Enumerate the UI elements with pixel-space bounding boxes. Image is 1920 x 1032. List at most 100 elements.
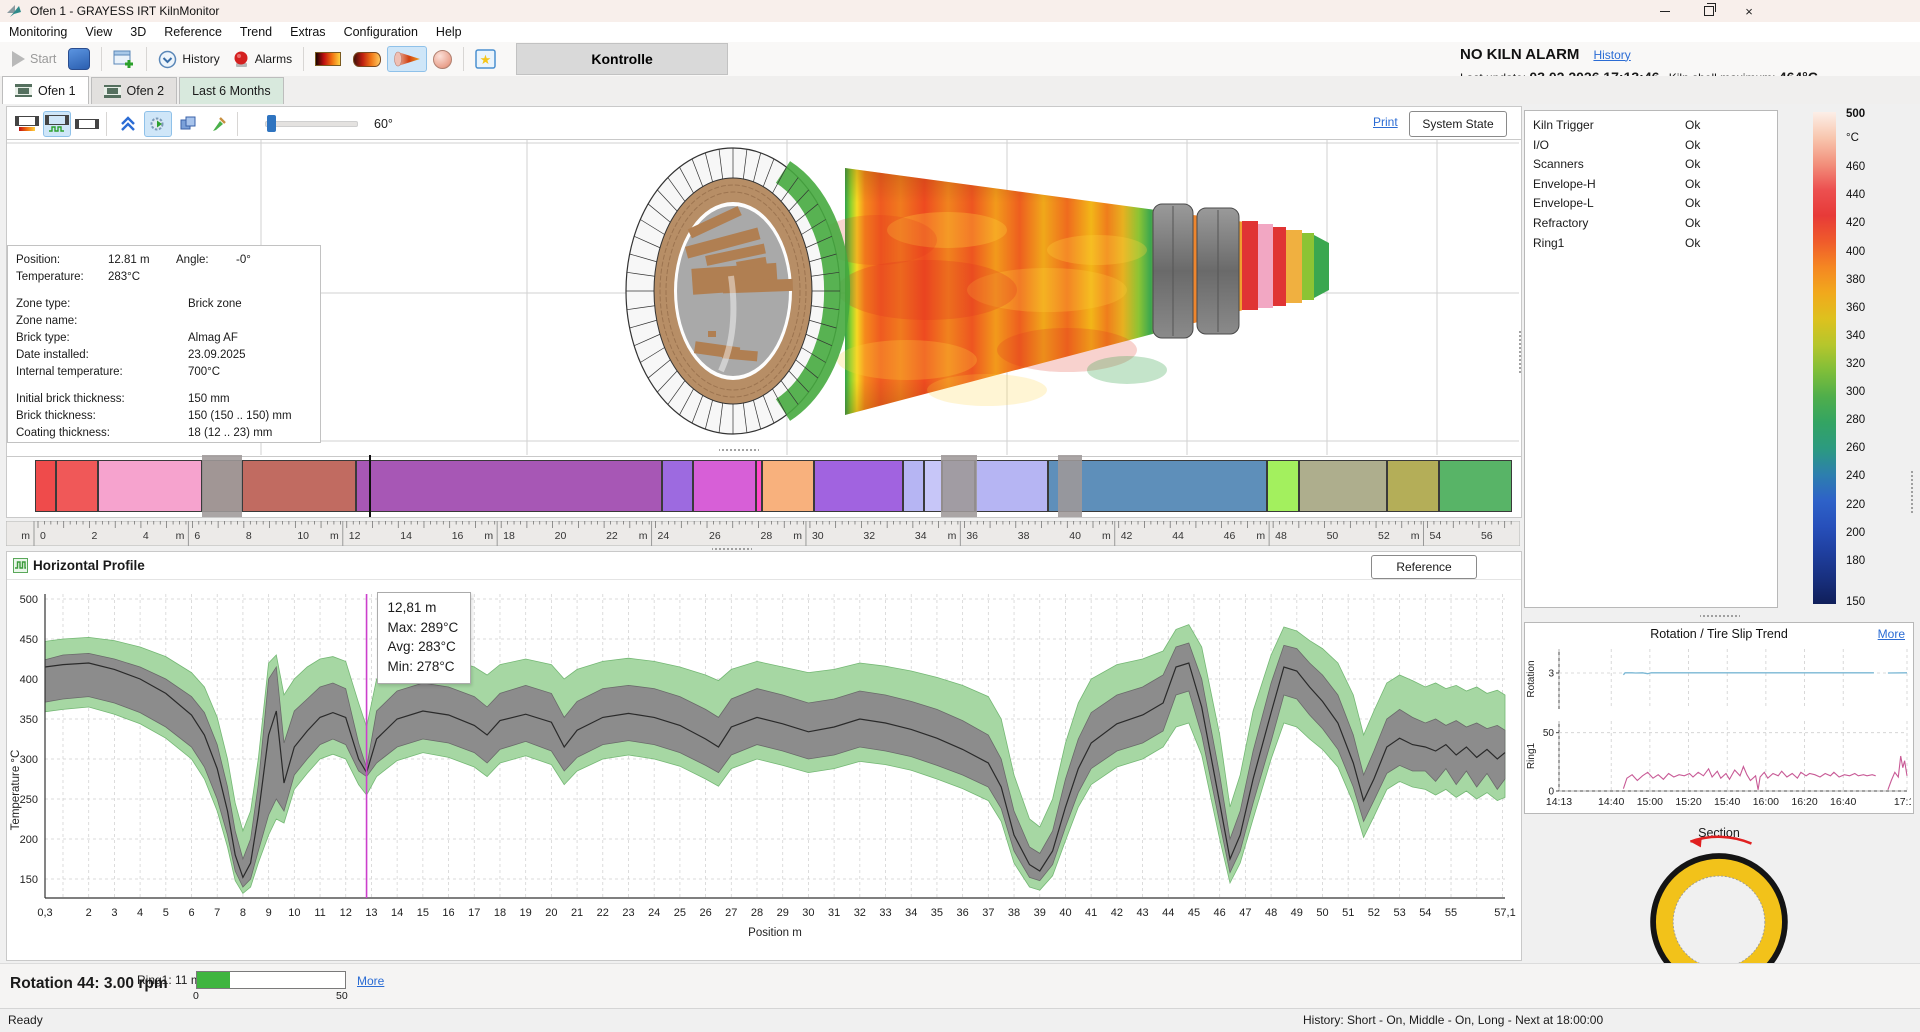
zone-segment[interactable] bbox=[56, 460, 98, 512]
menu-3d[interactable]: 3D bbox=[121, 23, 155, 41]
status-row-i-o[interactable]: I/OOk bbox=[1525, 136, 1777, 156]
menu-view[interactable]: View bbox=[76, 23, 121, 41]
svg-text:26: 26 bbox=[709, 530, 721, 542]
trend-more-link[interactable]: More bbox=[1878, 627, 1905, 641]
scale-tick: 460 bbox=[1846, 161, 1865, 173]
system-state-label: System State bbox=[1422, 117, 1493, 131]
new-window-button[interactable] bbox=[107, 45, 141, 73]
trend-chart[interactable]: 14:1314:4015:0015:2015:4016:0016:2016:40… bbox=[1525, 645, 1911, 811]
splitter-handle[interactable] bbox=[1518, 330, 1522, 374]
svg-text:33: 33 bbox=[879, 907, 891, 919]
menu-extras[interactable]: Extras bbox=[281, 23, 334, 41]
minimize-button[interactable] bbox=[1648, 0, 1682, 22]
status-row-envelope-h[interactable]: Envelope-HOk bbox=[1525, 175, 1777, 195]
tab-ofen-2[interactable]: Ofen 2 bbox=[91, 77, 178, 104]
palette-cone-button[interactable] bbox=[387, 46, 427, 72]
status-row-envelope-l[interactable]: Envelope-LOk bbox=[1525, 194, 1777, 214]
kontrolle-button[interactable]: Kontrolle bbox=[516, 43, 728, 75]
tab-ofen-1[interactable]: Ofen 1 bbox=[2, 76, 89, 104]
history-button[interactable]: History bbox=[152, 46, 225, 73]
status-row-scanners[interactable]: ScannersOk bbox=[1525, 155, 1777, 175]
zone-segment[interactable] bbox=[35, 460, 56, 512]
view-thermal-button[interactable] bbox=[13, 111, 41, 137]
splitter-handle[interactable] bbox=[719, 448, 759, 452]
zone-segment[interactable] bbox=[1267, 460, 1299, 512]
zone-segment[interactable] bbox=[1387, 460, 1439, 512]
start-button[interactable]: Start bbox=[6, 47, 62, 71]
palette-flat-button[interactable] bbox=[309, 48, 347, 70]
zone-segment[interactable] bbox=[693, 460, 756, 512]
menu-help[interactable]: Help bbox=[427, 23, 471, 41]
splitter-handle[interactable] bbox=[1700, 614, 1740, 618]
alarm-status-text: NO KILN ALARM bbox=[1460, 46, 1579, 63]
status-row-refractory[interactable]: RefractoryOk bbox=[1525, 214, 1777, 234]
layers-button[interactable] bbox=[174, 111, 202, 137]
svg-text:9: 9 bbox=[266, 907, 272, 919]
system-state-button[interactable]: System State bbox=[1409, 111, 1507, 137]
menu-trend[interactable]: Trend bbox=[231, 23, 281, 41]
scale-tick: 400 bbox=[1846, 246, 1865, 258]
view-plain-button[interactable] bbox=[73, 111, 101, 137]
svg-text:30: 30 bbox=[812, 530, 824, 542]
zone-segment[interactable] bbox=[814, 460, 903, 512]
svg-text:42: 42 bbox=[1111, 907, 1123, 919]
auto-update-button[interactable] bbox=[144, 111, 172, 137]
print-link[interactable]: Print bbox=[1373, 115, 1398, 129]
zone-strip[interactable] bbox=[6, 456, 1522, 518]
tire-zone[interactable] bbox=[941, 455, 977, 517]
svg-text:6: 6 bbox=[194, 530, 200, 542]
palette-sphere-button[interactable] bbox=[427, 46, 458, 73]
palette-cylinder-icon bbox=[353, 52, 381, 67]
info-row: Coating thickness:18 (12 .. 23) mm bbox=[8, 425, 320, 442]
status-row-ring1[interactable]: Ring1Ok bbox=[1525, 234, 1777, 254]
zone-segment[interactable] bbox=[242, 460, 355, 512]
reference-button[interactable]: Reference bbox=[1371, 555, 1477, 579]
menu-configuration[interactable]: Configuration bbox=[335, 23, 427, 41]
svg-text:16:40: 16:40 bbox=[1830, 796, 1856, 808]
svg-text:35: 35 bbox=[931, 907, 943, 919]
profile-chart[interactable]: 1502002503003504004505000,32345678910111… bbox=[7, 580, 1519, 958]
ring1-progress-bar bbox=[196, 971, 346, 989]
svg-text:40: 40 bbox=[1069, 530, 1081, 542]
splitter-handle[interactable] bbox=[1910, 470, 1914, 514]
separator bbox=[303, 47, 304, 71]
angle-slider[interactable] bbox=[265, 121, 358, 127]
menu-reference[interactable]: Reference bbox=[155, 23, 231, 41]
kiln-nose-rings bbox=[1242, 221, 1329, 310]
bottom-more-link[interactable]: More bbox=[357, 974, 384, 988]
tab-label: Ofen 1 bbox=[38, 84, 76, 98]
zone-segment[interactable] bbox=[1299, 460, 1387, 512]
favorites-button[interactable]: ★ bbox=[469, 45, 502, 73]
collapse-button[interactable] bbox=[114, 111, 142, 137]
svg-text:51: 51 bbox=[1342, 907, 1354, 919]
zone-segment[interactable] bbox=[98, 460, 202, 512]
alarm-history-link[interactable]: History bbox=[1593, 48, 1630, 62]
status-row-kiln-trigger[interactable]: Kiln TriggerOk bbox=[1525, 116, 1777, 136]
restore-button[interactable] bbox=[1692, 0, 1726, 22]
zone-segment[interactable] bbox=[903, 460, 924, 512]
zone-segment[interactable] bbox=[662, 460, 694, 512]
menu-monitoring[interactable]: Monitoring bbox=[0, 23, 76, 41]
svg-text:28: 28 bbox=[760, 530, 772, 542]
view-profile-button[interactable] bbox=[43, 111, 71, 137]
zone-segment[interactable] bbox=[924, 460, 943, 512]
scale-tick: 240 bbox=[1846, 470, 1865, 482]
alarms-button[interactable]: Alarms bbox=[226, 46, 298, 73]
zone-segment[interactable] bbox=[356, 460, 662, 512]
palette-cylinder-button[interactable] bbox=[347, 48, 387, 71]
angle-slider-handle[interactable] bbox=[267, 115, 276, 132]
zone-segment[interactable] bbox=[975, 460, 1048, 512]
minimize-icon bbox=[1660, 11, 1670, 12]
zone-segment[interactable] bbox=[762, 460, 814, 512]
tab-last-6-months[interactable]: Last 6 Months bbox=[179, 77, 284, 104]
tire-zone[interactable] bbox=[1058, 455, 1082, 517]
svg-text:27: 27 bbox=[725, 907, 737, 919]
close-button[interactable]: × bbox=[1732, 0, 1766, 22]
paint-button[interactable] bbox=[204, 111, 232, 137]
svg-text:22: 22 bbox=[606, 530, 618, 542]
tire-zone[interactable] bbox=[202, 455, 242, 517]
stop-button[interactable] bbox=[62, 44, 96, 74]
svg-text:13: 13 bbox=[365, 907, 377, 919]
zone-segment[interactable] bbox=[1439, 460, 1513, 512]
trend-title: Rotation / Tire Slip Trend bbox=[1525, 627, 1913, 641]
